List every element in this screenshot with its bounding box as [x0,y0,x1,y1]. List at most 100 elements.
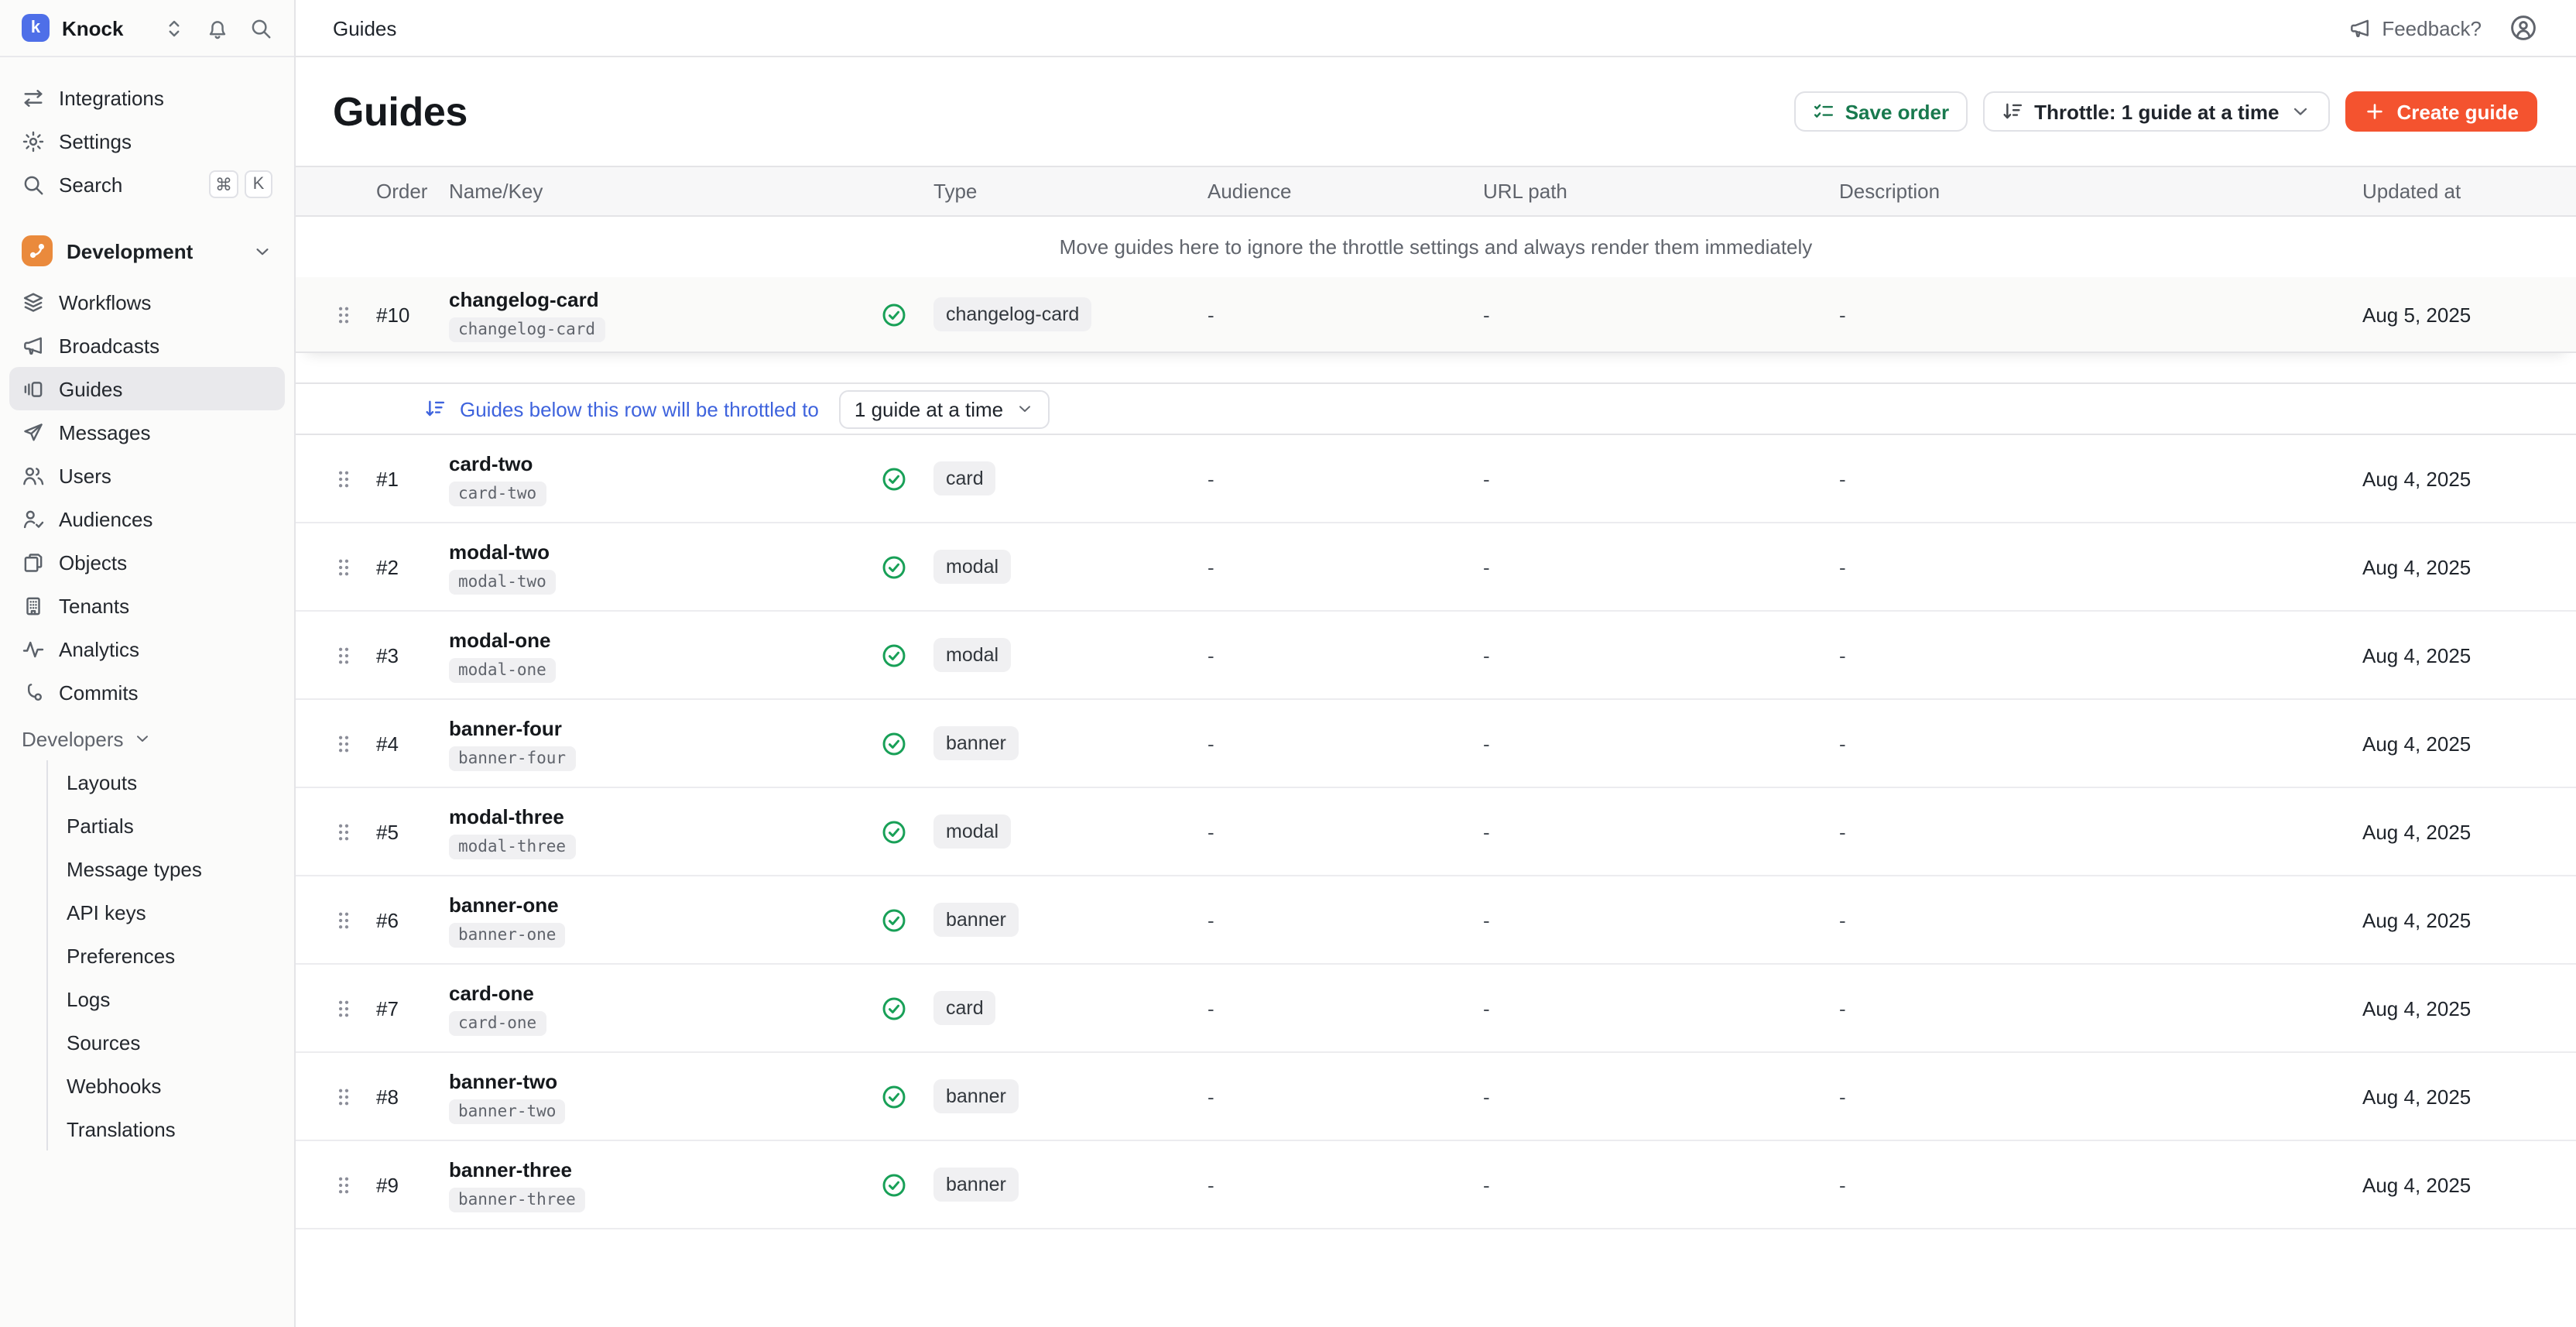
workspace-selector-icon[interactable] [158,12,189,43]
audience-value: - [1208,1173,1483,1196]
sidebar-item-guides[interactable]: Guides [9,367,285,410]
sort-descending-icon [424,398,446,420]
checklist-icon [1813,101,1834,122]
sidebar-item-message-types[interactable]: Message types [48,847,294,890]
feedback-label: Feedback? [2382,16,2482,39]
table-row[interactable]: #6 banner-one banner-one banner - - - Au… [296,876,2576,965]
table-row[interactable]: #1 card-two card-two card - - - Aug 4, 2… [296,435,2576,523]
throttle-settings-button[interactable]: Throttle: 1 guide at a time [1983,91,2330,132]
sidebar-item-objects[interactable]: Objects [9,540,285,584]
sidebar-item-audiences[interactable]: Audiences [9,497,285,540]
sidebar: k Knock Integrations Settings Search⌘K D… [0,0,296,1327]
drag-handle-icon[interactable] [336,996,376,1020]
row-order: #2 [376,555,449,578]
drag-handle-icon[interactable] [336,820,376,843]
feedback-button[interactable]: Feedback? [2348,16,2482,39]
table-row[interactable]: #5 modal-three modal-three modal - - - A… [296,788,2576,876]
type-badge: modal [933,638,1011,672]
updated-at-value: Aug 4, 2025 [2362,555,2545,578]
table-row[interactable]: #3 modal-one modal-one modal - - - Aug 4… [296,612,2576,700]
guide-name-link[interactable]: card-two [449,451,533,475]
sidebar-item-preferences[interactable]: Preferences [48,934,294,977]
drag-handle-icon[interactable] [336,643,376,667]
sidebar-item-label: API keys [67,900,146,924]
guide-name-link[interactable]: banner-two [449,1069,557,1092]
table-row[interactable]: #8 banner-two banner-two banner - - - Au… [296,1053,2576,1141]
guide-key-badge: modal-three [449,834,575,859]
sidebar-item-users[interactable]: Users [9,454,285,497]
sidebar-item-tenants[interactable]: Tenants [9,584,285,627]
page-title: Guides [333,87,468,135]
sidebar-item-commits[interactable]: Commits [9,670,285,714]
guide-name-link[interactable]: modal-two [449,540,550,563]
save-order-button[interactable]: Save order [1794,91,1968,132]
sidebar-item-api-keys[interactable]: API keys [48,890,294,934]
sidebar-item-label: Message types [67,857,202,880]
row-type: banner [933,1079,1208,1113]
sidebar-item-label: Guides [59,377,122,400]
sidebar-item-partials[interactable]: Partials [48,804,294,847]
sidebar-item-integrations[interactable]: Integrations [9,76,285,119]
sidebar-section-developers[interactable]: Developers [0,717,294,760]
sidebar-item-label: Settings [59,129,132,153]
drag-handle-icon[interactable] [336,467,376,490]
sidebar-item-settings[interactable]: Settings [9,119,285,163]
sidebar-item-layouts[interactable]: Layouts [48,760,294,804]
drag-handle-icon[interactable] [336,908,376,931]
guide-name-link[interactable]: card-one [449,981,534,1004]
guide-key-badge: modal-two [449,569,556,594]
row-name-key: banner-two banner-two [449,1069,881,1123]
environment-label: Development [67,239,193,262]
sidebar-item-logs[interactable]: Logs [48,977,294,1020]
sidebar-item-analytics[interactable]: Analytics [9,627,285,670]
swap-arrows-icon [22,86,45,109]
drag-handle-icon[interactable] [336,1173,376,1196]
sidebar-item-sources[interactable]: Sources [48,1020,294,1064]
sidebar-item-label: Tenants [59,594,129,617]
notifications-bell-icon[interactable] [201,12,232,43]
row-type: banner [933,726,1208,760]
description-value: - [1839,555,2362,578]
breadcrumb[interactable]: Guides [333,16,396,39]
sidebar-main-nav: Workflows Broadcasts Guides Messages Use… [0,277,294,714]
row-order: #7 [376,996,449,1020]
keyboard-shortcut: ⌘K [209,170,272,198]
column-name-key: Name/Key [449,180,881,203]
create-guide-button[interactable]: Create guide [2346,91,2538,132]
audience-value: - [1208,1085,1483,1108]
users-icon [22,464,45,487]
audience-value: - [1208,820,1483,843]
workspace-switcher[interactable]: k Knock [0,0,294,57]
throttle-amount-value: 1 guide at a time [855,397,1003,420]
column-order: Order [376,180,449,203]
table-row[interactable]: #4 banner-four banner-four banner - - - … [296,700,2576,788]
search-icon[interactable] [245,12,276,43]
guide-name-link[interactable]: banner-three [449,1157,572,1181]
table-row[interactable]: #9 banner-three banner-three banner - - … [296,1141,2576,1229]
guide-name-link[interactable]: modal-three [449,804,564,828]
drag-handle-icon[interactable] [336,555,376,578]
guide-name-link[interactable]: modal-one [449,628,550,651]
sidebar-item-broadcasts[interactable]: Broadcasts [9,324,285,367]
guide-name-link[interactable]: banner-four [449,716,562,739]
sidebar-item-label: Workflows [59,290,151,314]
guide-name-link[interactable]: changelog-card [449,287,599,310]
sidebar-item-workflows[interactable]: Workflows [9,280,285,324]
drag-handle-icon[interactable] [336,1085,376,1108]
drag-handle-icon[interactable] [336,732,376,755]
environment-switcher[interactable]: Development [9,228,285,274]
sidebar-item-search[interactable]: Search⌘K [9,163,285,206]
sidebar-item-translations[interactable]: Translations [48,1107,294,1150]
table-row[interactable]: #7 card-one card-one card - - - Aug 4, 2… [296,965,2576,1053]
sidebar-item-label: Objects [59,550,127,574]
empty-area [296,1229,2576,1327]
sidebar-item-messages[interactable]: Messages [9,410,285,454]
guide-name-link[interactable]: banner-one [449,893,559,916]
gear-icon [22,129,45,153]
table-row[interactable]: #2 modal-two modal-two modal - - - Aug 4… [296,523,2576,612]
table-row[interactable]: #10 changelog-card changelog-card change… [296,277,2576,353]
account-menu-button[interactable] [2509,14,2537,42]
throttle-amount-dropdown[interactable]: 1 guide at a time [839,389,1050,428]
drag-handle-icon[interactable] [336,303,376,326]
sidebar-item-webhooks[interactable]: Webhooks [48,1064,294,1107]
